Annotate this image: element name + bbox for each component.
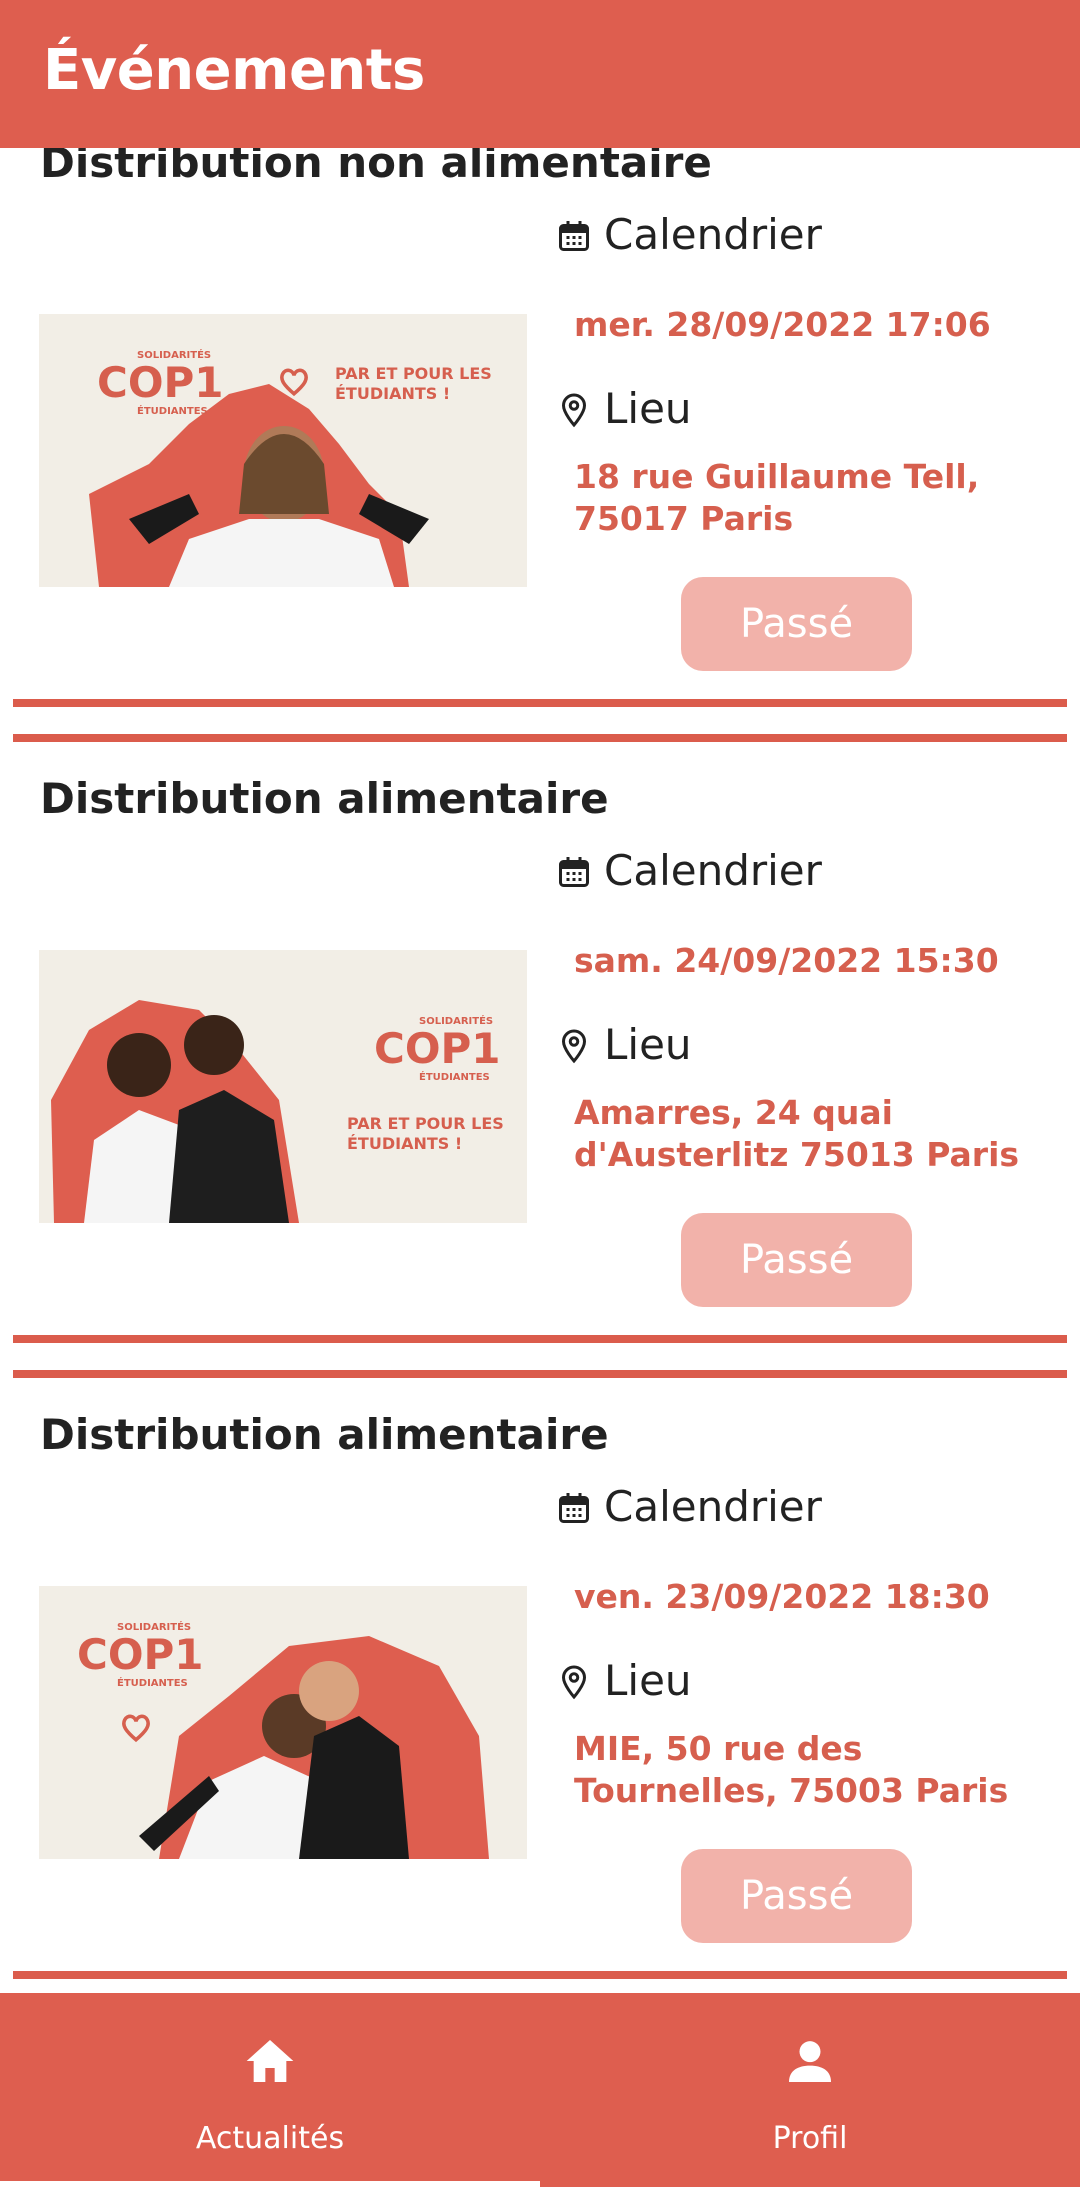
location-label: Lieu: [604, 1656, 692, 1705]
location-label: Lieu: [604, 1020, 692, 1069]
nav-label: Profil: [772, 2121, 848, 2156]
calendar-icon: [559, 1493, 589, 1523]
event-card[interactable]: Distribution alimentaire SOLIDARITÉS COP…: [0, 1380, 1080, 1993]
poster-brand: COP1: [97, 358, 224, 407]
calendar-icon: [559, 221, 589, 251]
location-pin-icon: [561, 393, 587, 428]
event-address: 18 rue Guillaume Tell, 75017 Paris: [574, 457, 980, 538]
heart-icon: [280, 368, 308, 397]
event-card[interactable]: Distribution alimentaire SOLIDARITÉS COP…: [0, 744, 1080, 1380]
nav-item-actualites[interactable]: Actualités: [0, 1993, 540, 2187]
divider: [13, 734, 1067, 742]
event-title: Distribution alimentaire: [40, 774, 609, 823]
event-image: SOLIDARITÉS COP1 ÉTUDIANTES PAR ET POUR …: [39, 314, 527, 587]
person-icon: [789, 2041, 831, 2082]
status-button-past[interactable]: Passé: [681, 1849, 912, 1943]
poster-brand: COP1: [77, 1630, 204, 1679]
location-pin-icon: [561, 1665, 587, 1700]
event-card[interactable]: Distribution non alimentaire SOLIDARITÉS…: [0, 148, 1080, 744]
event-image: SOLIDARITÉS COP1 ÉTUDIANTES PAR ET POUR …: [39, 950, 527, 1223]
events-list[interactable]: Distribution non alimentaire SOLIDARITÉS…: [0, 148, 1080, 1993]
location-pin-icon: [561, 1029, 587, 1064]
divider: [13, 1971, 1067, 1979]
status-button-past[interactable]: Passé: [681, 577, 912, 671]
divider: [13, 699, 1067, 707]
app-bar: Événements: [0, 0, 1080, 148]
event-date: ven. 23/09/2022 18:30: [574, 1577, 990, 1616]
heart-icon: [122, 1714, 150, 1743]
event-date: sam. 24/09/2022 15:30: [574, 941, 999, 980]
poster-brand: COP1: [374, 1024, 501, 1073]
home-icon: [246, 2040, 294, 2082]
bottom-navigation: Actualités Profil: [0, 1993, 1080, 2187]
calendar-label: Calendrier: [604, 846, 822, 895]
nav-label: Actualités: [195, 2121, 345, 2156]
event-date: mer. 28/09/2022 17:06: [574, 305, 991, 344]
active-tab-indicator: [0, 2181, 540, 2187]
event-title: Distribution non alimentaire: [40, 148, 712, 187]
nav-item-profil[interactable]: Profil: [540, 1993, 1080, 2187]
poster-brand-small: ÉTUDIANTES: [419, 1072, 490, 1083]
poster-slogan: PAR ET POUR LES ÉTUDIANTS !: [347, 1114, 504, 1153]
divider: [13, 1370, 1067, 1378]
poster-slogan: PAR ET POUR LES ÉTUDIANTS !: [335, 364, 492, 403]
calendar-label: Calendrier: [604, 210, 822, 259]
event-image: SOLIDARITÉS COP1 ÉTUDIANTES: [39, 1586, 527, 1859]
location-label: Lieu: [604, 384, 692, 433]
status-button-past[interactable]: Passé: [681, 1213, 912, 1307]
page-title: Événements: [43, 38, 425, 103]
calendar-icon: [559, 857, 589, 887]
calendar-label: Calendrier: [604, 1482, 822, 1531]
event-address: Amarres, 24 quai d'Austerlitz 75013 Pari…: [574, 1093, 1020, 1174]
divider: [13, 1335, 1067, 1343]
poster-brand-small: ÉTUDIANTES: [137, 406, 208, 417]
event-title: Distribution alimentaire: [40, 1410, 609, 1459]
event-address: MIE, 50 rue des Tournelles, 75003 Paris: [574, 1729, 1009, 1810]
poster-brand-small: ÉTUDIANTES: [117, 1678, 188, 1689]
